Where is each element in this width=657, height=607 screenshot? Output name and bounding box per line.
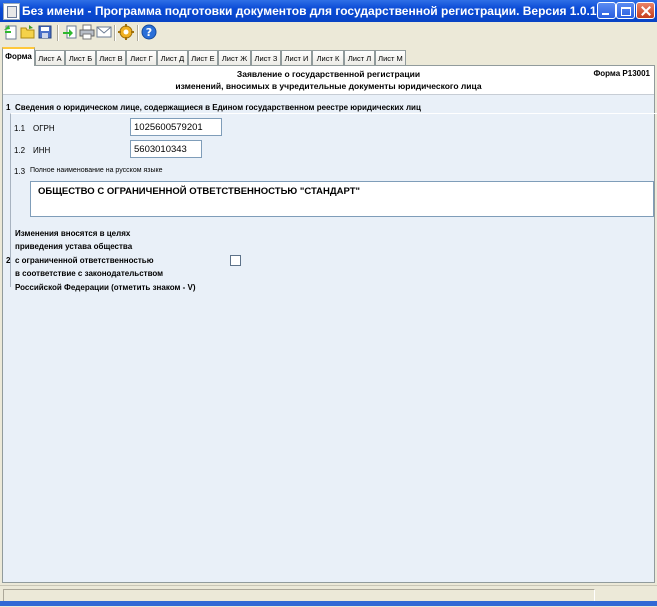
form-heading-line1: Заявление о государственной регистрации [236,69,421,79]
open-icon[interactable] [20,24,36,40]
tab-sheet-m[interactable]: Лист М [375,50,406,65]
fullname-number: 1.3 [14,167,26,176]
section1-number: 1 [6,103,11,112]
section2-number: 2 [6,256,11,265]
tab-sheet-d[interactable]: Лист Д [157,50,188,65]
inn-label: ИНН [33,146,51,155]
tab-sheet-l[interactable]: Лист Л [344,50,375,65]
svg-text:?: ? [146,26,152,39]
tab-sheet-v[interactable]: Лист В [96,50,126,65]
toolbar-separator [114,25,116,41]
import-icon[interactable] [62,24,78,40]
maximize-button[interactable] [616,2,635,19]
ogrn-number: 1.1 [14,124,26,133]
tab-sheet-g[interactable]: Лист Г [126,50,157,65]
section2-line1: Изменения вносятся в целях [15,229,131,238]
section2-checkbox[interactable] [230,255,241,266]
help-icon[interactable]: ? [141,24,157,40]
section2-line4: в соответствие с законодательством [15,269,164,278]
tab-sheet-k[interactable]: Лист К [312,50,344,65]
tab-form[interactable]: Форма [2,47,35,66]
form-header: Заявление о государственной регистрации … [3,66,654,95]
fullname-label: Полное наименование на русском языке [30,167,163,174]
new-icon[interactable] [3,24,19,40]
taskbar [0,601,657,606]
fullname-field[interactable]: ОБЩЕСТВО С ОГРАНИЧЕННОЙ ОТВЕТСТВЕННОСТЬЮ… [30,181,654,217]
section2-line3: с ограниченной ответственностью [15,256,154,265]
window-title: Без имени - Программа подготовки докумен… [22,4,604,18]
save-icon[interactable] [37,24,53,40]
close-button[interactable] [636,2,655,19]
ogrn-field[interactable]: 1025600579201 [130,118,222,136]
section1-title: Сведения о юридическом лице, содержащиес… [15,103,421,112]
form-heading-line2: изменений, вносимых в учредительные доку… [175,81,482,91]
tab-sheet-z[interactable]: Лист З [251,50,281,65]
tab-sheet-i[interactable]: Лист И [281,50,312,65]
tab-sheet-b[interactable]: Лист Б [65,50,96,65]
minimize-button[interactable] [597,2,616,19]
print-icon[interactable] [79,24,95,40]
inn-number: 1.2 [14,146,26,155]
section2-line2: приведения устава общества [15,242,133,251]
ogrn-label: ОГРН [33,124,55,133]
settings-icon[interactable] [118,24,134,40]
window-titlebar[interactable]: Без имени - Программа подготовки докумен… [0,0,657,22]
tab-sheet-e[interactable]: Лист Е [188,50,218,65]
toolbar: ? [0,22,657,44]
form-code: Форма Р13001 [593,69,650,78]
toolbar-separator [137,25,139,41]
mail-icon[interactable] [96,24,112,40]
toolbar-separator [57,25,59,41]
inn-field[interactable]: 5603010343 [130,140,202,158]
form-panel: Заявление о государственной регистрации … [2,65,657,583]
app-icon [3,3,20,20]
tab-strip: Форма Лист А Лист Б Лист В Лист Г Лист Д… [0,46,657,66]
section2-line5: Российской Федерации (отметить знаком - … [15,283,196,292]
tab-sheet-a[interactable]: Лист А [35,50,65,65]
tab-sheet-zh[interactable]: Лист Ж [218,50,251,65]
